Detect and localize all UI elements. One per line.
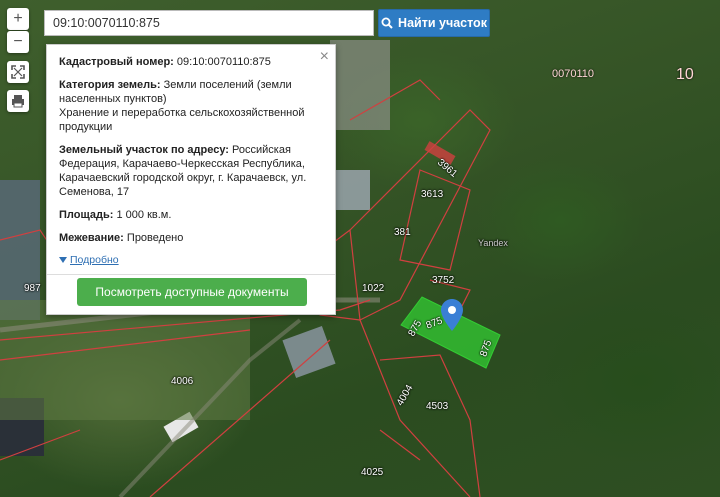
- parcel-label: 4006: [171, 376, 194, 387]
- fullscreen-button[interactable]: [7, 61, 29, 83]
- details-link[interactable]: Подробно: [59, 254, 119, 266]
- expand-icon: [11, 65, 25, 79]
- view-documents-label: Посмотреть доступные документы: [95, 285, 289, 299]
- area-row: Площадь: 1 000 кв.м.: [59, 208, 323, 222]
- find-parcel-label: Найти участок: [398, 16, 487, 30]
- block-number-label: 0070110: [552, 68, 595, 80]
- parcel-label: 4503: [426, 401, 449, 412]
- survey-row: Межевание: Проведено: [59, 231, 323, 245]
- view-documents-button[interactable]: Посмотреть доступные документы: [77, 278, 307, 306]
- parcel-label: 987: [24, 283, 41, 294]
- building: [282, 326, 336, 378]
- search-input[interactable]: 09:10:0070110:875: [44, 10, 374, 36]
- survey-label: Межевание:: [59, 232, 124, 244]
- parcel-label: 1022: [362, 283, 385, 294]
- print-icon: [12, 95, 24, 108]
- land-category-row: Категория земель: Земли поселений (земли…: [59, 78, 323, 134]
- zoom-in-button[interactable]: +: [7, 8, 29, 30]
- parcel-label: 3752: [432, 275, 455, 286]
- address-label: Земельный участок по адресу:: [59, 144, 229, 156]
- river: [0, 180, 40, 320]
- cadastral-number-label: Кадастровый номер:: [59, 56, 174, 68]
- land-category-label: Категория земель:: [59, 79, 161, 91]
- caret-down-icon: [59, 257, 67, 263]
- yandex-watermark: Yandex: [478, 238, 508, 248]
- district-number-label: 10: [676, 66, 694, 83]
- parcel-label: 3613: [421, 189, 444, 200]
- zoom-out-label: −: [13, 33, 23, 50]
- land-usage-value: Хранение и переработка сельскохозяйствен…: [59, 107, 305, 133]
- details-link-label: Подробно: [70, 254, 119, 266]
- building-block: [330, 40, 390, 130]
- search-icon: [381, 17, 393, 29]
- popup-divider: [47, 274, 335, 275]
- parcel-label: 4025: [361, 467, 384, 478]
- cadastral-number-value: 09:10:0070110:875: [176, 56, 271, 68]
- survey-value: Проведено: [126, 232, 184, 244]
- zoom-out-button[interactable]: −: [7, 31, 29, 53]
- area-label: Площадь:: [59, 209, 114, 221]
- parcel-label: 381: [394, 227, 411, 238]
- print-button[interactable]: [7, 90, 29, 112]
- building: [336, 170, 370, 210]
- address-row: Земельный участок по адресу: Российская …: [59, 143, 323, 199]
- close-icon[interactable]: ×: [320, 49, 329, 65]
- area-value: 1 000 кв.м.: [116, 209, 172, 221]
- zoom-in-label: +: [13, 10, 23, 27]
- parcel-info-popup: × Кадастровый номер: 09:10:0070110:875 К…: [46, 44, 336, 315]
- cadastral-number-row: Кадастровый номер: 09:10:0070110:875: [59, 55, 323, 69]
- find-parcel-button[interactable]: Найти участок: [378, 9, 490, 37]
